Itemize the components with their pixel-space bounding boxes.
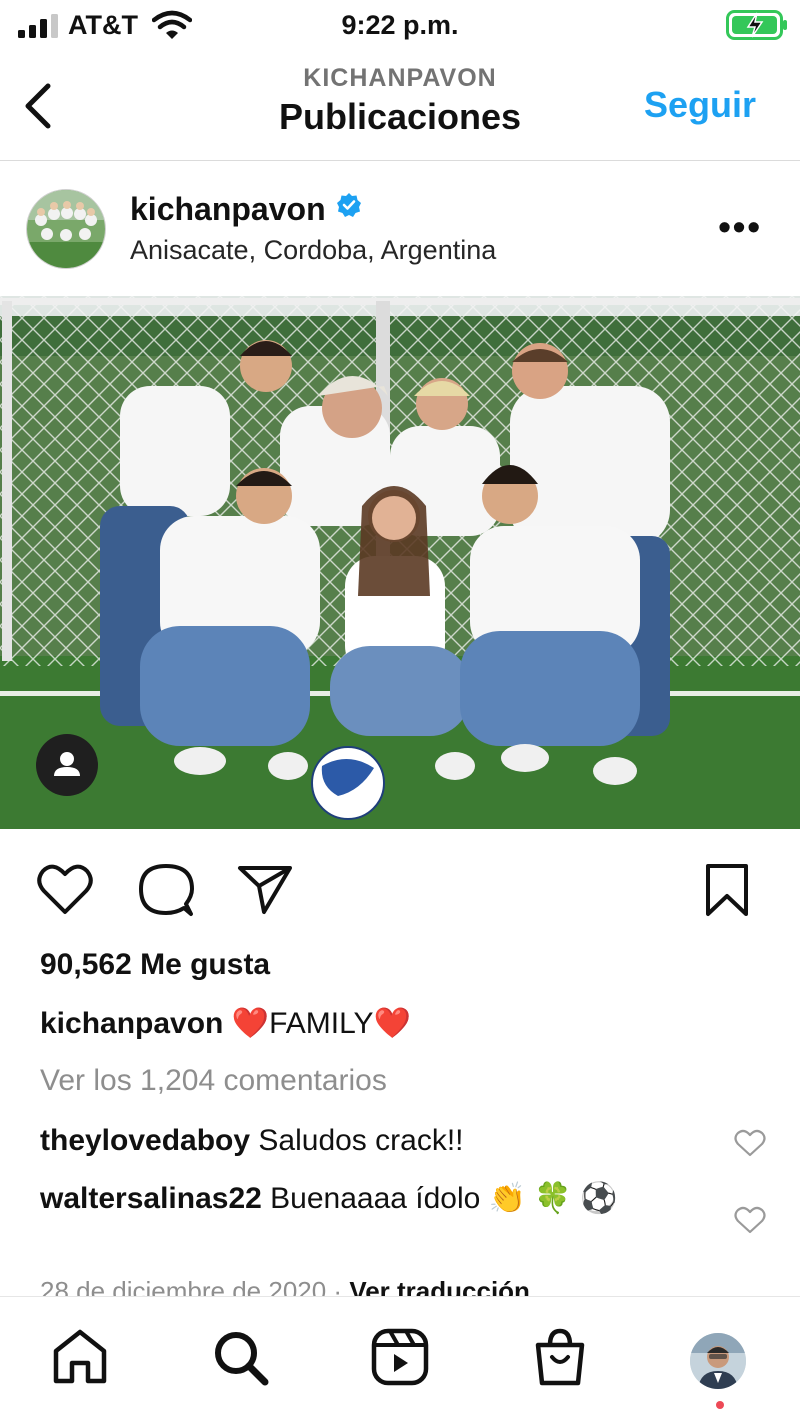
- post-photo[interactable]: [0, 296, 800, 829]
- profile-avatar[interactable]: [26, 189, 106, 269]
- more-options-icon[interactable]: •••: [718, 209, 762, 245]
- reels-icon[interactable]: [370, 1327, 430, 1387]
- comment-text: Buenaaaa ídolo 👏 🍀 ⚽: [261, 1182, 618, 1215]
- notification-dot: [716, 1401, 724, 1409]
- view-all-comments-link[interactable]: Ver los 1,204 comentarios: [40, 1064, 387, 1098]
- share-icon[interactable]: [236, 864, 294, 916]
- family-photo-illustration: [0, 296, 800, 829]
- comment-item: theylovedaboy Saludos crack!!: [40, 1120, 720, 1162]
- caption-username[interactable]: kichanpavon: [40, 1007, 223, 1040]
- status-bar: AT&T 9:22 p.m.: [0, 0, 800, 52]
- profile-tab-avatar[interactable]: [690, 1333, 746, 1389]
- post-caption: kichanpavon ❤️FAMILY❤️: [40, 1006, 411, 1041]
- comment-like-heart-icon[interactable]: [734, 1206, 766, 1234]
- profile-picture: [690, 1333, 746, 1389]
- comment-username[interactable]: waltersalinas22: [40, 1182, 262, 1215]
- comment-item: waltersalinas22 Buenaaaa ídolo 👏 🍀 ⚽: [40, 1178, 640, 1220]
- follow-button[interactable]: Seguir: [644, 84, 756, 126]
- top-nav-bar: KICHANPAVON Publicaciones Seguir: [0, 52, 800, 161]
- verified-badge-icon: [336, 193, 361, 217]
- likes-count[interactable]: 90,562 Me gusta: [40, 948, 270, 982]
- search-icon[interactable]: [210, 1327, 270, 1387]
- person-icon: [54, 752, 80, 776]
- shop-bag-icon[interactable]: [530, 1327, 590, 1387]
- comment-icon[interactable]: [138, 862, 194, 918]
- post-username[interactable]: kichanpavon: [130, 191, 362, 228]
- post-username-text[interactable]: kichanpavon: [130, 191, 326, 227]
- tagged-people-button[interactable]: [36, 734, 98, 796]
- status-time: 9:22 p.m.: [341, 10, 459, 40]
- bottom-tab-bar: [0, 1296, 800, 1421]
- post-location[interactable]: Anisacate, Cordoba, Argentina: [130, 235, 496, 266]
- comment-like-heart-icon[interactable]: [734, 1129, 766, 1157]
- home-icon[interactable]: [50, 1327, 110, 1387]
- battery-charging-icon: [726, 10, 787, 40]
- comment-text: Saludos crack!!: [250, 1124, 464, 1157]
- comment-username[interactable]: theylovedaboy: [40, 1124, 250, 1157]
- like-heart-icon[interactable]: [36, 862, 94, 916]
- save-bookmark-icon[interactable]: [702, 862, 752, 918]
- post-header: kichanpavon Anisacate, Cordoba, Argentin…: [0, 161, 800, 295]
- caption-text: ❤️FAMILY❤️: [223, 1007, 411, 1040]
- post-actions: [0, 860, 800, 920]
